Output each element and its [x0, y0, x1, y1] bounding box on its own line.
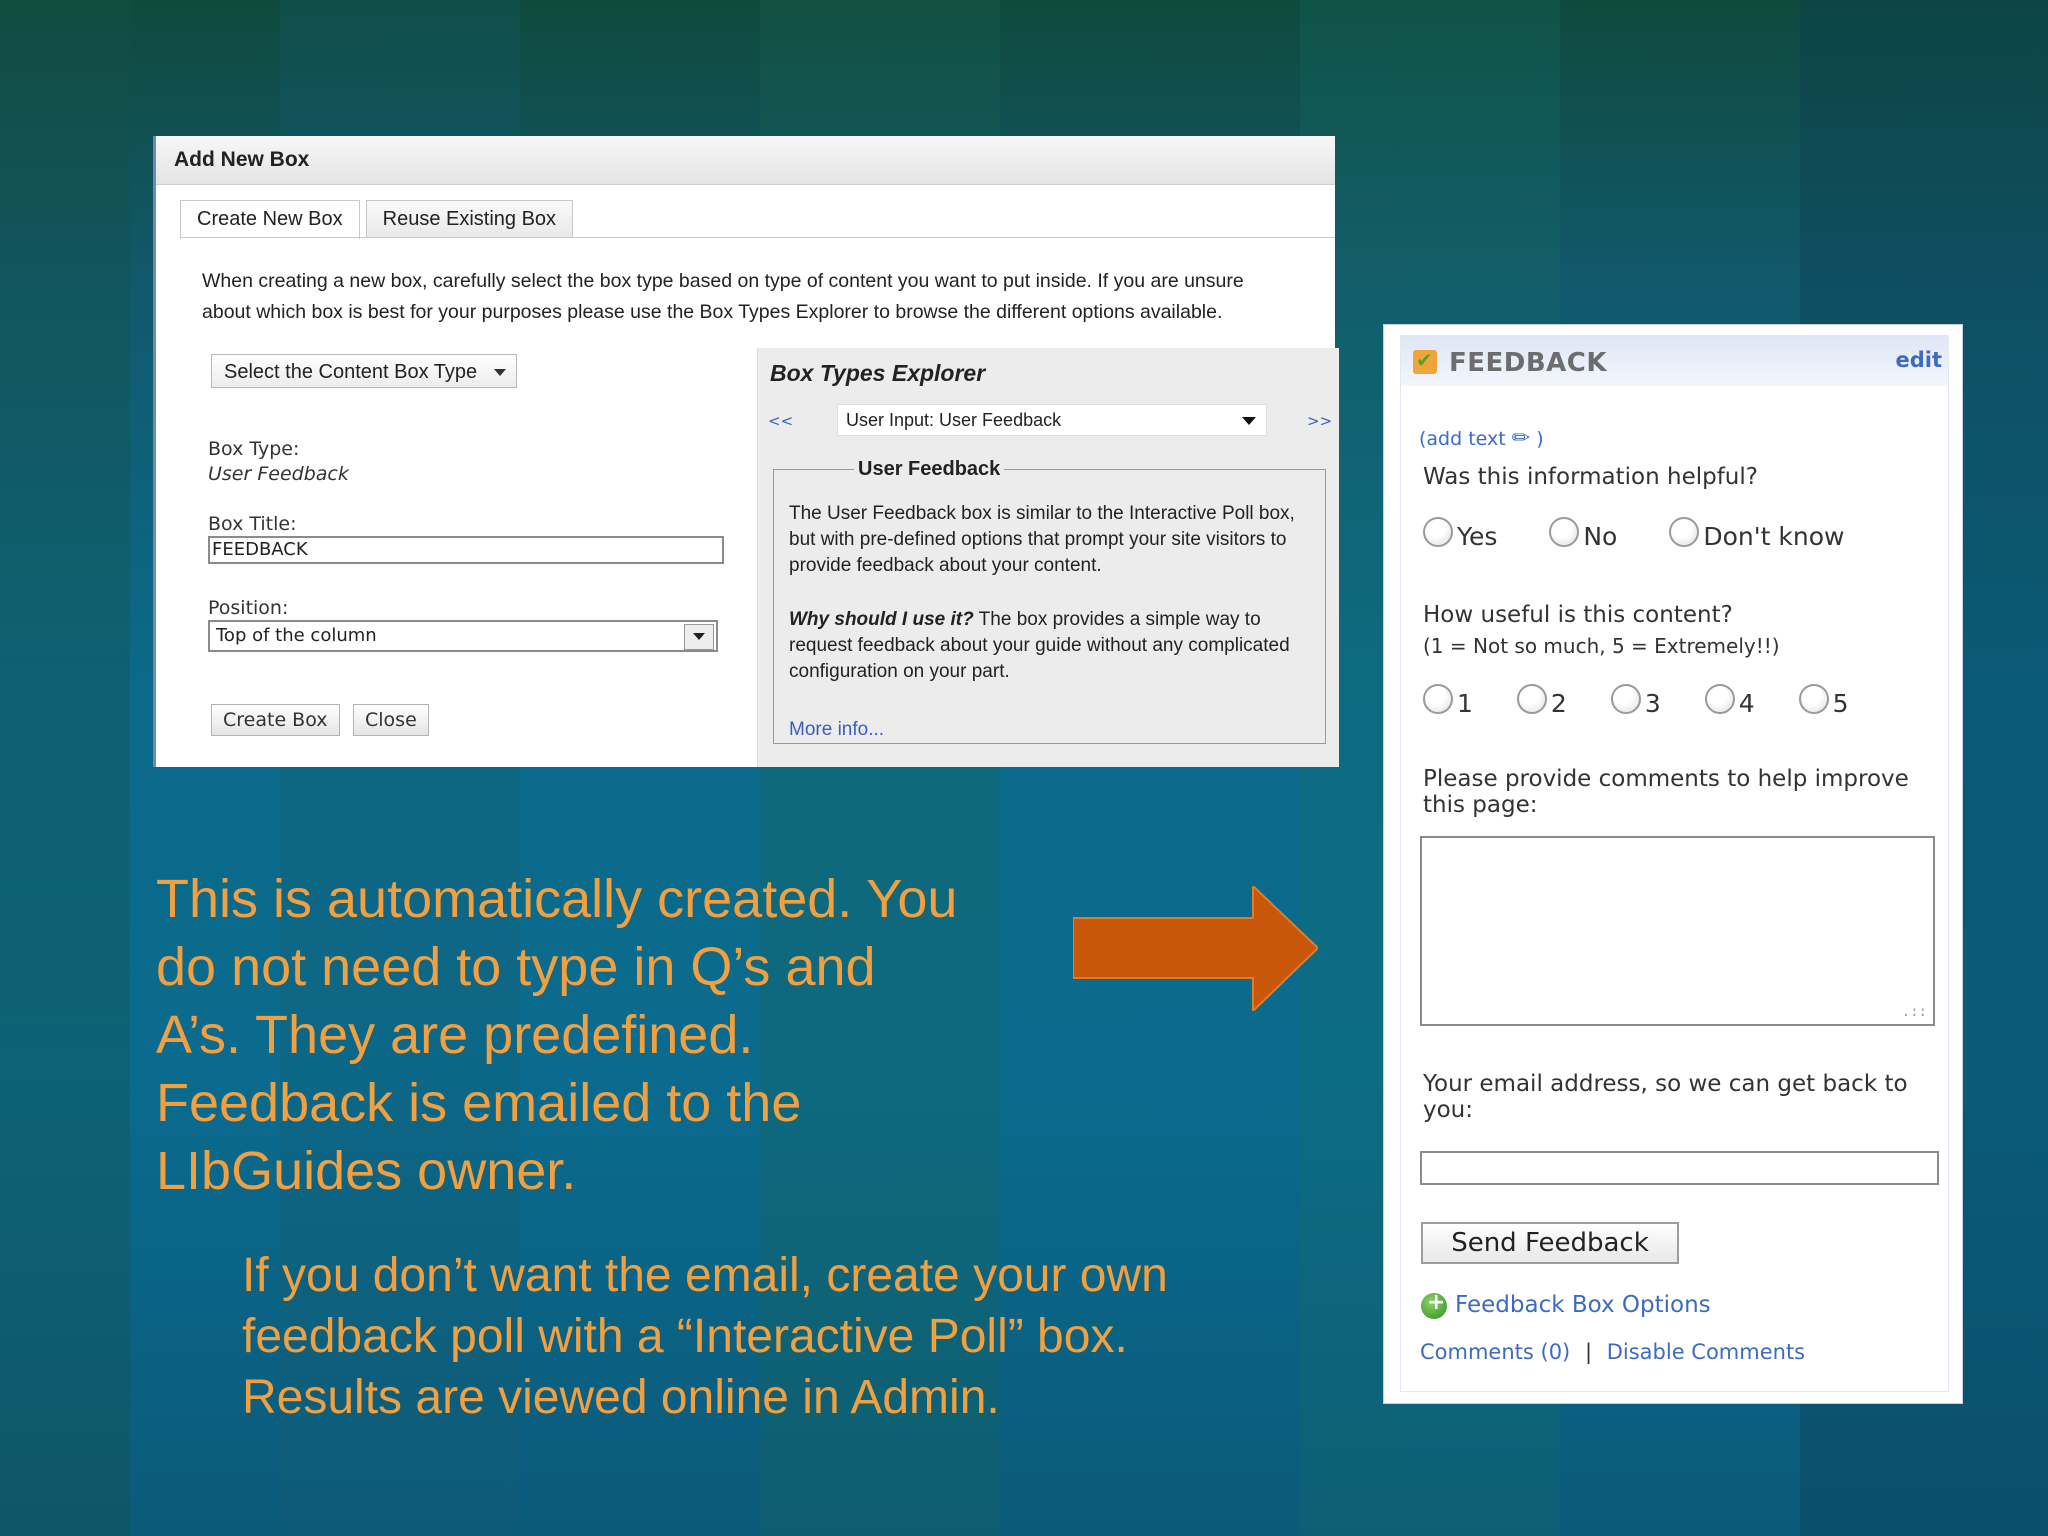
useful-scale: (1 = Not so much, 5 = Extremely!!)	[1423, 634, 1780, 658]
box-title-input[interactable]: FEEDBACK	[208, 536, 724, 564]
radio-label: 3	[1644, 689, 1661, 718]
slide-main-text: This is automatically created. You do no…	[156, 865, 1056, 1205]
question-helpful: Was this information helpful?	[1423, 464, 1758, 490]
plus-circle-icon	[1421, 1290, 1447, 1319]
email-prompt-line: Your email address, so we can get back t…	[1423, 1071, 1908, 1097]
explorer-prev-link[interactable]: <<	[768, 412, 793, 430]
feedback-widget: FEEDBACK edit (add text ✏ ) Was this inf…	[1383, 324, 1963, 1404]
position-value: Top of the column	[216, 625, 377, 646]
disable-comments-link[interactable]: Disable Comments	[1607, 1340, 1805, 1364]
select-label: Select the Content Box Type	[224, 361, 478, 383]
helpful-options: Yes No Don't know	[1423, 512, 1844, 551]
email-input[interactable]	[1420, 1151, 1939, 1185]
feedback-box: FEEDBACK edit (add text ✏ ) Was this inf…	[1400, 335, 1949, 1392]
tab-create-new-box[interactable]: Create New Box	[180, 200, 360, 239]
slide-text-line: This is automatically created. You	[156, 869, 958, 929]
tab-reuse-existing-box[interactable]: Reuse Existing Box	[365, 200, 574, 237]
box-type-label: Box Type:	[208, 438, 300, 460]
explorer-next-link[interactable]: >>	[1307, 412, 1332, 430]
explorer-description-panel: User Feedback The User Feedback box is s…	[773, 458, 1326, 744]
email-prompt-line: you:	[1423, 1097, 1474, 1123]
comments-textarea[interactable]: .::	[1420, 836, 1935, 1026]
comments-link[interactable]: Comments (0)	[1420, 1340, 1570, 1364]
slide-text-line: A’s. They are predefined.	[156, 1005, 754, 1065]
comments-prompt-line: Please provide comments to help improve	[1423, 766, 1909, 792]
feedback-header: FEEDBACK edit	[1401, 336, 1948, 386]
radio-5[interactable]	[1798, 683, 1829, 714]
slide-text-line: If you don’t want the email, create your…	[242, 1249, 1168, 1302]
tab-divider	[180, 237, 1335, 238]
resize-grip-icon[interactable]: .::	[1902, 1004, 1927, 1020]
box-type-value: User Feedback	[208, 463, 349, 485]
add-text-label: (add text	[1419, 428, 1506, 450]
send-feedback-button[interactable]: Send Feedback	[1421, 1222, 1679, 1264]
add-text-close: )	[1536, 428, 1544, 450]
radio-label: 5	[1832, 689, 1849, 718]
add-text-link[interactable]: (add text ✏ )	[1419, 426, 1544, 451]
right-arrow-icon	[1073, 886, 1318, 1011]
slide-text-line: LIbGuides owner.	[156, 1141, 577, 1201]
intro-line: When creating a new box, carefully selec…	[202, 270, 1244, 292]
add-new-box-dialog: Add New Box Create New Box Reuse Existin…	[153, 136, 1339, 767]
position-select[interactable]: Top of the column	[208, 620, 718, 652]
box-title-label: Box Title:	[208, 513, 297, 535]
explorer-why: Why should I use it? The box provides a …	[789, 607, 1314, 685]
why-label: Why should I use it?	[789, 609, 974, 630]
more-info-link[interactable]: More info...	[789, 719, 884, 741]
radio-label: Yes	[1457, 522, 1498, 551]
radio-1[interactable]	[1423, 683, 1453, 714]
radio-no[interactable]	[1549, 516, 1580, 547]
link-separator: |	[1584, 1340, 1593, 1364]
radio-3[interactable]	[1610, 683, 1641, 714]
slide-text-line: Results are viewed online in Admin.	[242, 1371, 1000, 1424]
intro-text: When creating a new box, carefully selec…	[202, 266, 1322, 328]
intro-line: about which box is best for your purpose…	[202, 301, 1223, 323]
comments-links: Comments (0) | Disable Comments	[1420, 1340, 1805, 1364]
explorer-legend: User Feedback	[858, 458, 1001, 480]
radio-label: Don't know	[1703, 522, 1845, 551]
radio-dont-know[interactable]	[1669, 516, 1700, 547]
slide-text-line: feedback poll with a “Interactive Poll” …	[242, 1310, 1128, 1363]
position-label: Position:	[208, 597, 289, 619]
chevron-down-icon	[1242, 417, 1256, 425]
useful-options: 1 2 3 4 5	[1423, 679, 1849, 718]
close-button[interactable]: Close	[353, 704, 429, 736]
slide-text-line: do not need to type in Q’s and	[156, 937, 876, 997]
dialog-tabs: Create New Box Reuse Existing Box	[180, 200, 574, 239]
slide-sub-text: If you don’t want the email, create your…	[242, 1245, 1242, 1428]
box-types-explorer: Box Types Explorer << User Input: User F…	[757, 348, 1339, 767]
explorer-type-select[interactable]: User Input: User Feedback	[837, 404, 1267, 436]
feedback-box-options-link[interactable]: Feedback Box Options	[1455, 1292, 1711, 1318]
checkmark-icon	[1413, 348, 1437, 374]
radio-4[interactable]	[1704, 683, 1735, 714]
radio-label: No	[1583, 522, 1618, 551]
dialog-title: Add New Box	[156, 136, 1335, 185]
radio-label: 4	[1738, 689, 1755, 718]
comments-prompt: Please provide comments to help improve …	[1423, 766, 1909, 818]
slide-text-line: Feedback is emailed to the	[156, 1073, 802, 1133]
edit-link[interactable]: edit	[1895, 348, 1942, 372]
pencil-icon: ✏	[1511, 426, 1531, 451]
explorer-selected-value: User Input: User Feedback	[846, 410, 1062, 430]
explorer-description: The User Feedback box is similar to the …	[789, 503, 1295, 576]
content-box-type-select[interactable]: Select the Content Box Type	[211, 354, 517, 388]
dropdown-arrow-icon[interactable]	[684, 624, 714, 650]
radio-yes[interactable]	[1423, 516, 1453, 547]
question-useful: How useful is this content?	[1423, 602, 1733, 628]
feedback-title: FEEDBACK	[1449, 348, 1608, 378]
radio-label: 1	[1457, 689, 1473, 718]
chevron-down-icon	[494, 369, 506, 376]
comments-prompt-line: this page:	[1423, 792, 1538, 818]
email-prompt: Your email address, so we can get back t…	[1423, 1071, 1908, 1123]
create-box-button[interactable]: Create Box	[211, 704, 340, 736]
explorer-heading: Box Types Explorer	[770, 360, 986, 386]
radio-2[interactable]	[1516, 683, 1547, 714]
radio-label: 2	[1550, 689, 1567, 718]
